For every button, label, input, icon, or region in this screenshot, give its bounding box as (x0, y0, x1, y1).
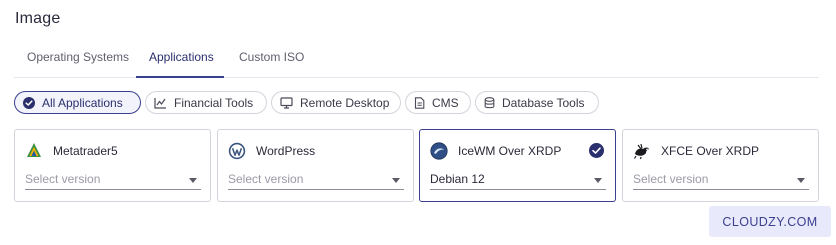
tab-operating-systems[interactable]: Operating Systems (27, 50, 129, 64)
filter-label: All Applications (42, 95, 123, 110)
version-value: Select version (633, 172, 709, 186)
filter-cms[interactable]: CMS (405, 91, 471, 114)
filter-label: Remote Desktop (300, 95, 390, 110)
chevron-down-icon (189, 178, 197, 183)
version-value: Debian 12 (430, 172, 485, 186)
tab-bar: Operating Systems Applications Custom IS… (14, 42, 819, 78)
version-select[interactable]: Select version (633, 166, 809, 190)
version-value: Select version (228, 172, 304, 186)
app-card-metatrader5[interactable]: Metatrader5 Select version (14, 129, 211, 202)
app-name: WordPress (256, 144, 316, 158)
check-circle-icon (23, 96, 35, 109)
chevron-down-icon (594, 178, 602, 183)
xfce-logo-icon (633, 143, 649, 160)
document-icon (414, 96, 425, 109)
version-value: Select version (25, 172, 101, 186)
app-name: Metatrader5 (53, 144, 118, 158)
app-card-icewm[interactable]: IceWM Over XRDP Debian 12 (419, 129, 616, 202)
filter-all-applications[interactable]: All Applications (14, 91, 141, 114)
app-card-xfce[interactable]: XFCE Over XRDP Select version (622, 129, 819, 202)
selected-check-icon (589, 143, 604, 158)
chart-icon (154, 97, 166, 109)
version-select[interactable]: Select version (25, 166, 201, 190)
chevron-down-icon (392, 178, 400, 183)
filter-remote-desktop[interactable]: Remote Desktop (271, 91, 401, 114)
brand-badge: CLOUDZY.COM (709, 206, 831, 237)
tab-custom-iso[interactable]: Custom ISO (239, 50, 304, 64)
monitor-icon (280, 96, 293, 109)
tab-applications[interactable]: Applications (149, 50, 214, 64)
database-icon (484, 96, 495, 108)
filter-label: Financial Tools (174, 95, 254, 110)
version-select[interactable]: Select version (228, 166, 404, 190)
active-tab-indicator (136, 76, 224, 78)
app-name: XFCE Over XRDP (661, 144, 760, 158)
page-title: Image (15, 10, 61, 27)
metatrader-logo-icon (27, 143, 41, 157)
wordpress-logo-icon (228, 142, 246, 160)
filter-database-tools[interactable]: Database Tools (475, 91, 599, 114)
app-name: IceWM Over XRDP (458, 144, 562, 158)
filter-label: CMS (432, 95, 459, 110)
filter-financial-tools[interactable]: Financial Tools (145, 91, 267, 114)
filter-label: Database Tools (502, 95, 585, 110)
app-card-wordpress[interactable]: WordPress Select version (217, 129, 414, 202)
version-select[interactable]: Debian 12 (430, 166, 606, 190)
chevron-down-icon (797, 178, 805, 183)
icewm-logo-icon (430, 142, 448, 160)
